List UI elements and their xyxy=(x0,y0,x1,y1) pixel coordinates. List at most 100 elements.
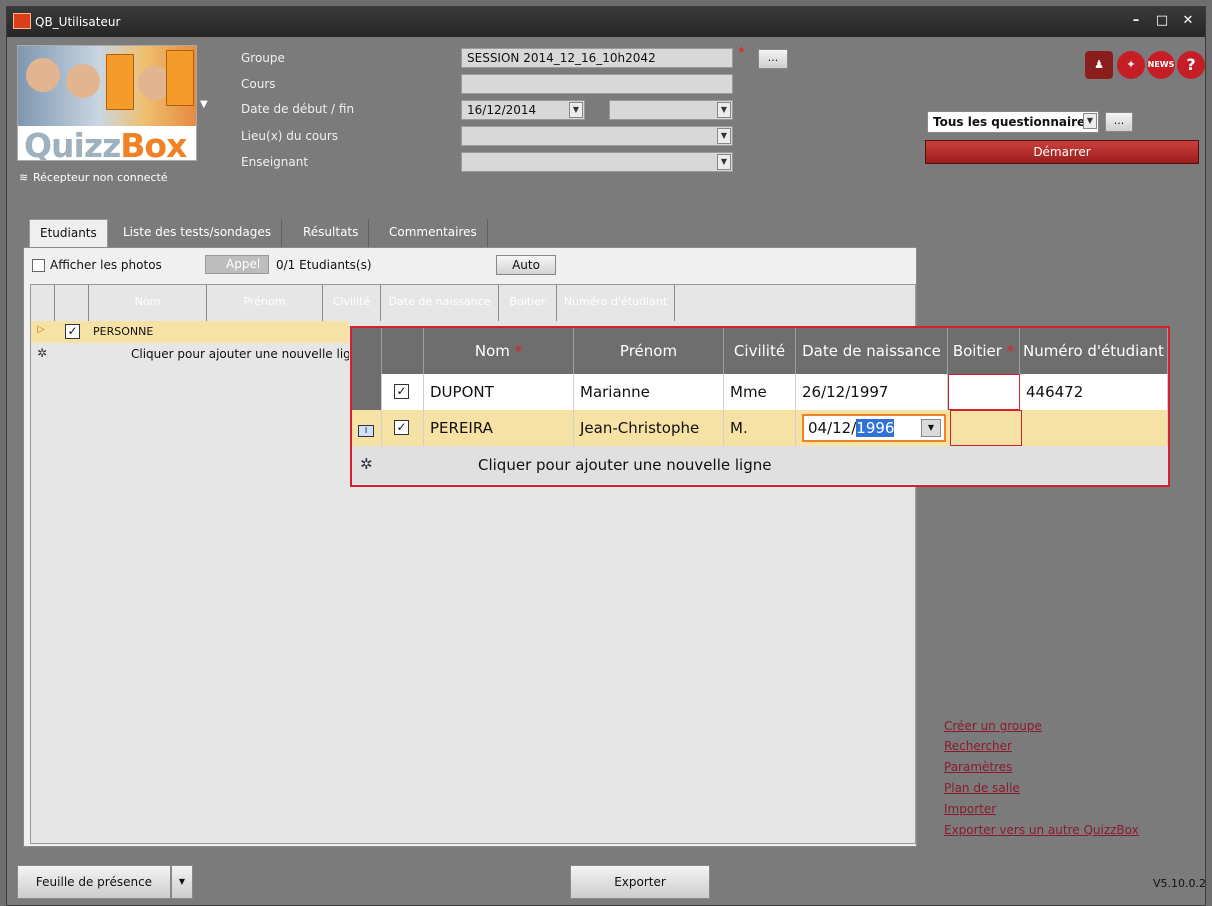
attendance-button[interactable]: Feuille de présence xyxy=(17,865,171,899)
cell-nom[interactable]: PEREIRA xyxy=(424,410,574,446)
wifi-icon: ≋ xyxy=(19,171,29,184)
table-row[interactable]: I ✓ PEREIRA Jean-Christophe M. 04/12/199… xyxy=(352,410,1168,446)
cours-field[interactable] xyxy=(461,74,733,94)
logo-brand: QuizzBox xyxy=(24,126,187,161)
cell-civilite[interactable]: M. xyxy=(724,410,796,446)
cell-numero[interactable]: 446472 xyxy=(1020,374,1168,410)
cell-date[interactable]: 26/12/1997 xyxy=(796,374,948,410)
row-checkbox[interactable]: ✓ xyxy=(394,420,409,435)
auto-button[interactable]: Auto xyxy=(496,255,556,275)
add-row[interactable]: ✲ Cliquer pour ajouter une nouvelle lign… xyxy=(352,446,1168,484)
tab-etudiants[interactable]: Etudiants xyxy=(29,219,108,247)
zoomed-header-indicator xyxy=(352,328,382,374)
date-editor-text: 04/12/ xyxy=(808,419,857,437)
add-row-label: Cliquer pour ajouter une nouvelle ligne xyxy=(478,456,772,474)
appel-button[interactable]: Appel xyxy=(205,255,269,274)
table-row[interactable]: ✓ DUPONT Marianne Mme 26/12/1997 446472 xyxy=(352,374,1168,410)
date-label: Date de début / fin xyxy=(241,102,355,116)
zoomed-col-civilite[interactable]: Civilité xyxy=(724,328,796,374)
questionnaire-browse-button[interactable]: ... xyxy=(1105,112,1133,132)
col-numero[interactable]: Numéro d'étudiant xyxy=(557,285,675,321)
logo-face xyxy=(26,58,60,92)
tab-tests[interactable]: Liste des tests/sondages xyxy=(113,219,283,247)
add-row-label: Cliquer pour ajouter une nouvelle ligne xyxy=(131,347,349,361)
zoomed-header-check xyxy=(382,328,424,374)
title-bar: QB_Utilisateur – □ ✕ xyxy=(7,7,1205,37)
col-boitier[interactable]: Boitier xyxy=(499,285,557,321)
row-indicator: I xyxy=(352,410,382,446)
row-nom: PERSONNE xyxy=(93,325,154,338)
lieu-label: Lieu(x) du cours xyxy=(241,129,339,143)
date-start-field[interactable]: 16/12/2014 ▼ xyxy=(461,100,585,120)
export-button[interactable]: Exporter xyxy=(570,865,710,899)
groupe-browse-button[interactable]: ... xyxy=(758,49,788,69)
chevron-down-icon[interactable]: ▼ xyxy=(1083,113,1097,129)
col-prenom[interactable]: Prénom xyxy=(207,285,323,321)
date-end-field[interactable]: ▼ xyxy=(609,100,733,120)
show-photos-checkbox[interactable] xyxy=(32,259,45,272)
export-quizzbox-link[interactable]: Exporter vers un autre QuizzBox xyxy=(944,823,1139,837)
cell-numero[interactable] xyxy=(1022,410,1168,446)
window-title: QB_Utilisateur xyxy=(35,15,121,29)
minimize-button[interactable]: – xyxy=(1125,13,1147,31)
chevron-down-icon[interactable]: ▼ xyxy=(717,154,731,170)
tab-commentaires[interactable]: Commentaires xyxy=(379,219,488,247)
grid-header-check xyxy=(55,285,89,321)
lieu-field[interactable]: ▼ xyxy=(461,126,733,146)
create-group-link[interactable]: Créer un groupe xyxy=(944,719,1042,733)
tab-resultats[interactable]: Résultats xyxy=(293,219,370,247)
zoomed-col-prenom[interactable]: Prénom xyxy=(574,328,724,374)
news-icon[interactable]: NEWS xyxy=(1147,51,1175,79)
start-button[interactable]: Démarrer xyxy=(925,140,1199,164)
gear-icon: ✲ xyxy=(37,346,48,360)
maximize-button[interactable]: □ xyxy=(1151,13,1173,31)
cell-prenom[interactable]: Marianne xyxy=(574,374,724,410)
search-link[interactable]: Rechercher xyxy=(944,739,1012,753)
cours-label: Cours xyxy=(241,77,276,91)
add-row[interactable]: ✲ Cliquer pour ajouter une nouvelle lign… xyxy=(31,343,349,365)
logo-calculator xyxy=(106,54,134,110)
show-photos-label: Afficher les photos xyxy=(50,258,162,272)
table-row[interactable]: ▷ ✓ PERSONNE xyxy=(31,321,349,343)
questionnaire-select[interactable]: Tous les questionnaires ▼ xyxy=(927,111,1099,133)
quizzbox-logo[interactable]: QuizzBox xyxy=(17,45,197,161)
chevron-down-icon[interactable]: ▼ xyxy=(717,128,731,144)
chevron-down-icon[interactable]: ▼ xyxy=(569,102,583,118)
zoomed-col-boitier[interactable]: Boitier * xyxy=(948,328,1020,374)
enseignant-field[interactable]: ▼ xyxy=(461,152,733,172)
enseignant-label: Enseignant xyxy=(241,155,309,169)
date-editor-input[interactable]: 04/12/1996 ▼ xyxy=(802,414,946,442)
cell-civilite[interactable]: Mme xyxy=(724,374,796,410)
room-plan-link[interactable]: Plan de salle xyxy=(944,781,1020,795)
chevron-down-icon[interactable]: ▼ xyxy=(921,419,941,437)
cell-boitier[interactable] xyxy=(950,410,1022,446)
groupe-field[interactable]: SESSION 2014_12_16_10h2042 xyxy=(461,48,733,68)
cell-nom[interactable]: DUPONT xyxy=(424,374,574,410)
help-icon[interactable]: ? xyxy=(1177,51,1205,79)
zoomed-col-numero[interactable]: Numéro d'étudiant xyxy=(1020,328,1168,374)
col-civilite[interactable]: Civilité xyxy=(323,285,381,321)
cell-prenom[interactable]: Jean-Christophe xyxy=(574,410,724,446)
app-window: QB_Utilisateur – □ ✕ QuizzBox ▼ ≋ Récepte… xyxy=(6,6,1206,906)
close-button[interactable]: ✕ xyxy=(1177,13,1199,31)
tips-icon[interactable]: ✦ xyxy=(1117,51,1145,79)
zoomed-col-date[interactable]: Date de naissance xyxy=(796,328,948,374)
zoomed-students-grid: Nom * Prénom Civilité Date de naissance … xyxy=(350,326,1170,487)
logo-menu-arrow-icon[interactable]: ▼ xyxy=(200,99,208,110)
cell-boitier[interactable] xyxy=(948,374,1020,410)
row-indicator-icon: ▷ xyxy=(37,324,45,335)
col-nom[interactable]: Nom xyxy=(89,285,207,321)
logo-picture xyxy=(18,46,196,126)
person-icon[interactable]: ♟ xyxy=(1085,51,1113,79)
row-checkbox[interactable]: ✓ xyxy=(65,324,80,339)
settings-link[interactable]: Paramètres xyxy=(944,760,1012,774)
col-date[interactable]: Date de naissance xyxy=(381,285,499,321)
row-checkbox[interactable]: ✓ xyxy=(394,384,409,399)
chevron-down-icon[interactable]: ▼ xyxy=(171,865,193,899)
zoomed-col-nom[interactable]: Nom * xyxy=(424,328,574,374)
chevron-down-icon[interactable]: ▼ xyxy=(717,102,731,118)
logo-calculator xyxy=(166,50,194,106)
receiver-status: ≋ Récepteur non connecté xyxy=(19,171,168,184)
import-link[interactable]: Importer xyxy=(944,802,996,816)
grid-header-indicator xyxy=(31,285,55,321)
